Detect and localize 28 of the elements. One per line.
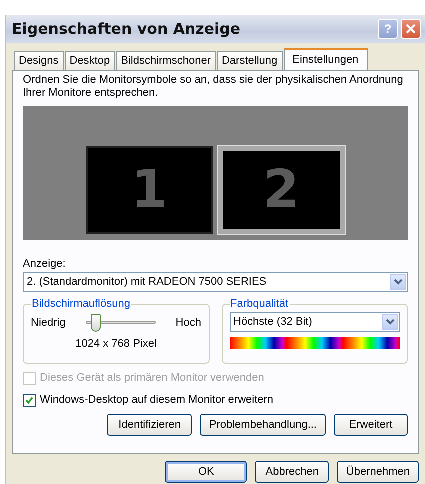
tab[interactable]: Desktop: [64, 51, 116, 70]
resolution-reading: 1024 x 768 Pixel: [74, 338, 158, 350]
display-label: Anzeige:: [23, 258, 67, 270]
slider-max-label: Hoch: [176, 317, 202, 329]
group-title: Bildschirmauflösung: [31, 298, 132, 310]
dialog-button[interactable]: Übernehmen: [337, 461, 419, 483]
checkbox-label: Dieses Gerät als primären Monitor verwenden: [40, 372, 264, 384]
slider-min-label: Niedrig: [31, 317, 66, 329]
panel-button[interactable]: Problembehandlung...: [200, 414, 326, 436]
instructions-text: Ordnen Sie die Monitorsymbole so an, dass sie der physikalischen Anordnung Ihrer Monitore entsprechen.: [23, 74, 404, 100]
group-title: Farbqualität: [230, 298, 290, 310]
checkbox[interactable]: [23, 394, 36, 406]
slider-thumb[interactable]: [91, 314, 102, 332]
panel-button[interactable]: Identifizieren: [107, 414, 192, 436]
resolution-slider[interactable]: [86, 314, 156, 332]
checkbox-label: Windows-Desktop auf diesem Monitor erweitern: [40, 394, 274, 406]
tab[interactable]: Designs: [14, 51, 64, 70]
tab[interactable]: Bildschirmschoner: [116, 51, 216, 70]
window-title: Eigenschaften von Anzeige: [12, 20, 242, 38]
close-icon: [406, 24, 416, 34]
close-button[interactable]: [401, 19, 421, 39]
display-dropdown[interactable]: 2. (Standardmonitor) mit RADEON 7500 SERIES: [23, 272, 408, 292]
dialog-button[interactable]: Abbrechen: [255, 461, 330, 483]
tab[interactable]: Einstellungen: [284, 48, 368, 70]
tab[interactable]: Darstellung: [216, 51, 283, 70]
panel-button[interactable]: Erweitert: [334, 414, 408, 436]
color-quality-dropdown[interactable]: Höchste (32 Bit): [230, 312, 400, 332]
dialog-button[interactable]: OK: [165, 461, 248, 483]
